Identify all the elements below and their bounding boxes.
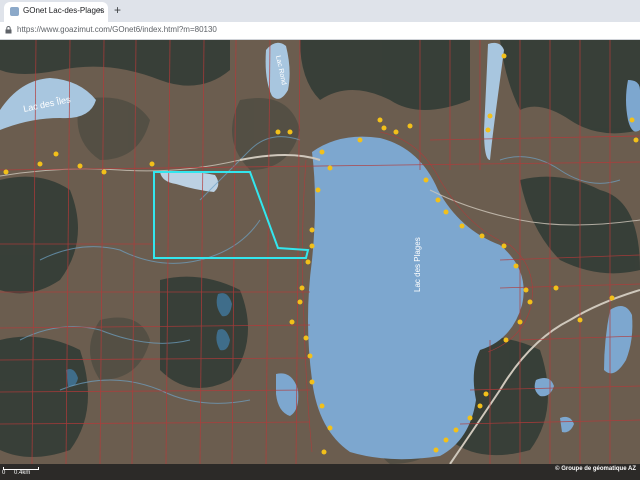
scale-distance-label: 0.4km	[14, 470, 31, 476]
address-bar[interactable]: https://www.goazimut.com/GOnet6/index.ht…	[0, 22, 640, 40]
url-text: https://www.goazimut.com/GOnet6/index.ht…	[17, 25, 217, 34]
lock-icon	[5, 26, 12, 34]
map-status-bar: 0 0.4km © Groupe de géomatique AZ	[0, 464, 640, 480]
lake-des-plages-label: Lac des Plages	[413, 237, 422, 292]
aerial-map[interactable]: Lac des Îles Lac Rond Lac des Plages	[0, 40, 640, 464]
close-tab-icon[interactable]: ×	[98, 5, 103, 15]
tab-title: GOnet Lac-des-Plages	[23, 6, 105, 15]
site-favicon-icon	[10, 7, 19, 16]
copyright-text: © Groupe de géomatique AZ	[555, 466, 636, 472]
scale-zero-label: 0	[2, 470, 6, 476]
browser-tab-bar: GOnet Lac-des-Plages × +	[0, 0, 640, 22]
browser-tab[interactable]: GOnet Lac-des-Plages ×	[4, 2, 108, 22]
new-tab-button[interactable]: +	[114, 3, 121, 17]
